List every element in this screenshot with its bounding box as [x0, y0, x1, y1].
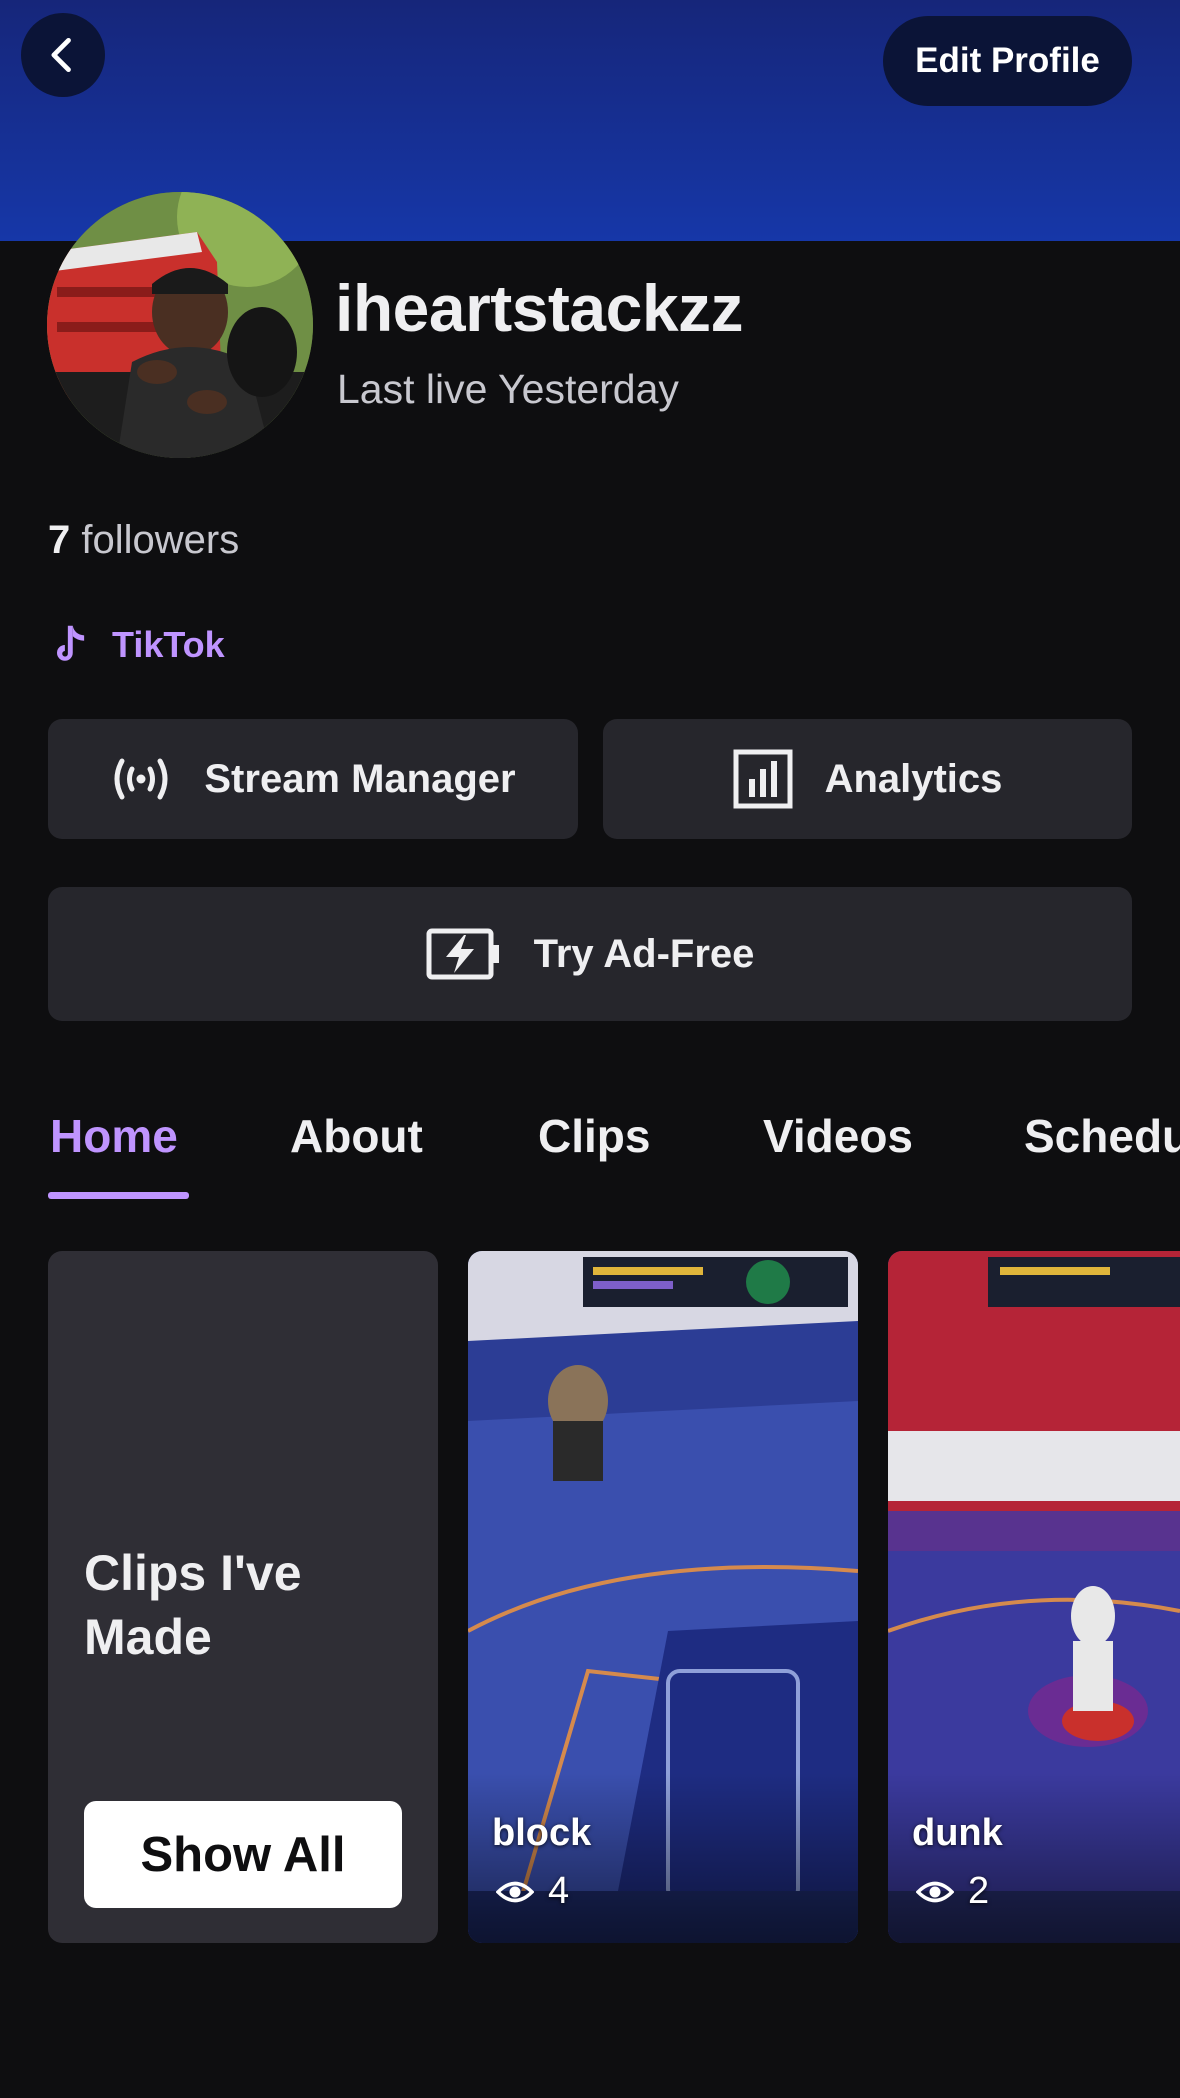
avatar[interactable] [47, 192, 313, 458]
back-button[interactable] [21, 13, 105, 97]
clips-made-card: Clips I've Made Show All [48, 1251, 438, 1943]
stream-manager-label: Stream Manager [204, 756, 516, 801]
tiktok-label: TikTok [112, 624, 225, 665]
avatar-image [47, 192, 313, 458]
profile-page: Edit Profile iheartstackzz Last live Yes… [0, 0, 1180, 2098]
clip-card[interactable]: dunk 2 [888, 1251, 1180, 1943]
clip-overlay [888, 1773, 1180, 1943]
followers-label: followers [70, 518, 240, 562]
analytics-label: Analytics [824, 756, 1003, 801]
edit-profile-button[interactable]: Edit Profile [883, 16, 1132, 106]
analytics-button[interactable]: Analytics [603, 719, 1132, 839]
clip-title: block [492, 1812, 592, 1854]
tab-videos[interactable]: Videos [763, 1109, 913, 1163]
clip-card[interactable]: block 4 [468, 1251, 858, 1943]
try-ad-free-label: Try Ad-Free [533, 931, 755, 976]
tiktok-link[interactable]: TikTok [50, 618, 225, 672]
eye-icon [916, 1881, 954, 1902]
clip-overlay [468, 1773, 858, 1943]
active-tab-indicator [48, 1192, 189, 1199]
clip-views-number: 4 [548, 1870, 570, 1912]
show-all-button[interactable]: Show All [84, 1801, 402, 1908]
tiktok-icon [57, 625, 85, 661]
tab-clips[interactable]: Clips [538, 1109, 650, 1163]
clips-section-title: Clips I've Made [84, 1545, 302, 1665]
stream-manager-button[interactable]: Stream Manager [48, 719, 578, 839]
clip-view-count: 2 [916, 1870, 989, 1913]
try-ad-free-button[interactable]: Try Ad-Free [48, 887, 1132, 1021]
profile-tabs: Home About Clips Videos Schedu [0, 1085, 1180, 1205]
followers-number: 7 [48, 518, 71, 562]
broadcast-icon [114, 758, 168, 800]
chevron-left-icon [51, 37, 71, 73]
tab-home[interactable]: Home [50, 1109, 178, 1163]
last-live-status: Last live Yesterday [337, 366, 679, 412]
clip-view-count: 4 [496, 1870, 569, 1913]
battery-bolt-icon [426, 928, 499, 980]
tab-about[interactable]: About [290, 1109, 423, 1163]
clip-views-number: 2 [968, 1870, 990, 1912]
followers-count: 7 followers [48, 518, 239, 563]
bar-chart-icon [733, 749, 793, 809]
eye-icon [496, 1881, 534, 1902]
username: iheartstackzz [335, 271, 744, 345]
tab-schedule[interactable]: Schedu [1024, 1109, 1180, 1163]
clip-title: dunk [912, 1812, 1003, 1854]
